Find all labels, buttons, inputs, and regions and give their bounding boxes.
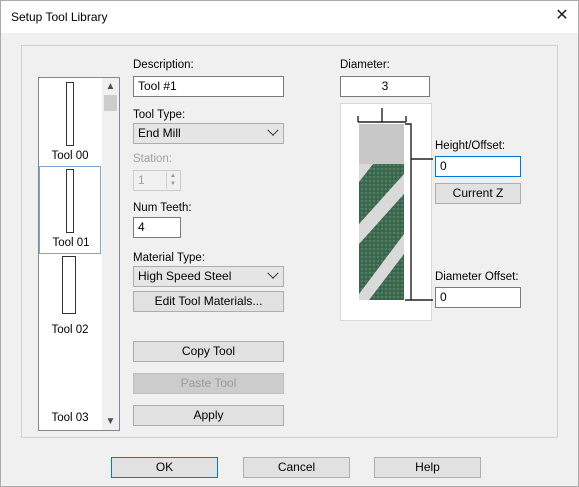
setup-tool-library-dialog: Setup Tool Library ✕ Tool 00 Tool 01 Too… (0, 0, 579, 487)
diameter-field[interactable]: 3 (340, 76, 430, 97)
tool-type-value: End Mill (138, 126, 181, 140)
current-z-button[interactable]: Current Z (435, 183, 521, 204)
end-mill-illustration (357, 108, 433, 301)
list-item-tool-00[interactable]: Tool 00 (39, 78, 101, 166)
window-title: Setup Tool Library (11, 10, 108, 24)
scroll-up-icon[interactable]: ▲ (102, 78, 119, 95)
station-stepper[interactable]: 1 ▲ ▼ (133, 170, 181, 191)
chevron-down-icon (267, 267, 279, 279)
tool-shape-icon (66, 169, 74, 233)
tool-type-select[interactable]: End Mill (133, 123, 284, 144)
tool-shape-icon (62, 256, 76, 314)
scroll-thumb[interactable] (104, 95, 117, 111)
spinner-arrows-icon[interactable]: ▲ ▼ (166, 172, 179, 189)
copy-tool-button[interactable]: Copy Tool (133, 341, 284, 362)
tool-type-label: Tool Type: (133, 109, 186, 121)
list-item-tool-01[interactable]: Tool 01 (39, 166, 101, 254)
scroll-down-icon[interactable]: ▼ (102, 413, 119, 430)
tool-label: Tool 03 (51, 412, 89, 424)
help-button[interactable]: Help (374, 457, 481, 478)
description-field[interactable]: Tool #1 (133, 76, 284, 97)
material-type-select[interactable]: High Speed Steel (133, 266, 284, 287)
title-bar: Setup Tool Library ✕ (1, 1, 578, 33)
tool-list-scrollbar[interactable]: ▲ ▼ (102, 78, 119, 430)
chevron-down-icon (267, 124, 279, 136)
diameter-offset-label: Diameter Offset: (435, 271, 519, 283)
ok-button[interactable]: OK (111, 457, 218, 478)
station-label: Station: (133, 153, 172, 165)
height-offset-field[interactable]: 0 (435, 156, 521, 177)
list-item-tool-03[interactable]: Tool 03 (39, 342, 101, 430)
tool-preview-image (340, 103, 433, 321)
paste-tool-button[interactable]: Paste Tool (133, 373, 284, 394)
num-teeth-field[interactable]: 4 (133, 217, 181, 238)
description-label: Description: (133, 59, 194, 71)
close-icon[interactable]: ✕ (550, 5, 574, 27)
material-type-label: Material Type: (133, 252, 206, 264)
diameter-label: Diameter: (340, 59, 390, 71)
station-value: 1 (138, 173, 145, 187)
height-offset-label: Height/Offset: (435, 140, 506, 152)
main-panel: Tool 00 Tool 01 Tool 02 Tool 03 ▲ ▼ Desc… (21, 45, 558, 438)
tool-label: Tool 00 (51, 150, 89, 162)
tool-list[interactable]: Tool 00 Tool 01 Tool 02 Tool 03 ▲ ▼ (38, 77, 120, 431)
cancel-button[interactable]: Cancel (243, 457, 350, 478)
edit-tool-materials-button[interactable]: Edit Tool Materials... (133, 291, 284, 312)
tool-label: Tool 01 (52, 237, 90, 249)
apply-button[interactable]: Apply (133, 405, 284, 426)
diameter-offset-field[interactable]: 0 (435, 287, 521, 308)
material-type-value: High Speed Steel (138, 269, 232, 283)
list-item-tool-02[interactable]: Tool 02 (39, 254, 101, 342)
tool-shape-icon (66, 82, 74, 146)
num-teeth-label: Num Teeth: (133, 202, 192, 214)
tool-label: Tool 02 (51, 324, 89, 336)
